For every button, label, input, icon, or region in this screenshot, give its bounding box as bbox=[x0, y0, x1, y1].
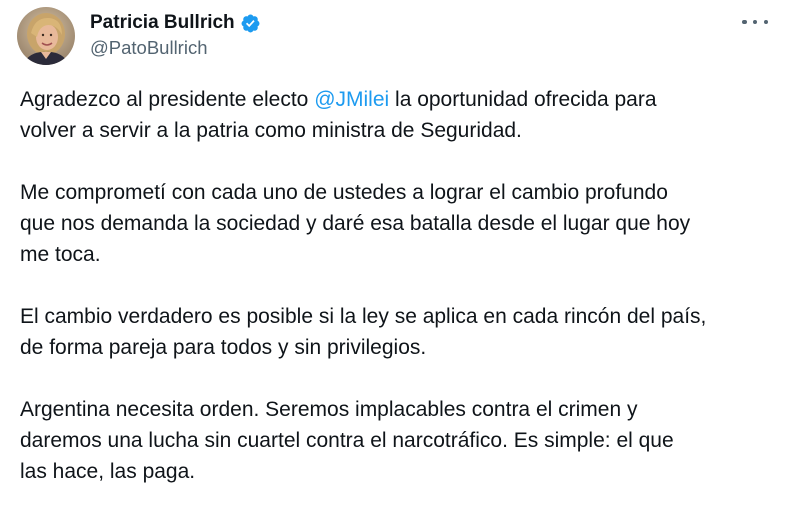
tweet-line: volver a servir a la patria como ministr… bbox=[20, 119, 522, 142]
author-name-row: Patricia Bullrich bbox=[90, 11, 261, 35]
verified-badge-icon bbox=[240, 13, 261, 34]
tweet-line: de forma pareja para todos y sin privile… bbox=[20, 336, 427, 359]
more-horizontal-icon-dot bbox=[752, 19, 758, 25]
avatar[interactable] bbox=[17, 7, 75, 65]
tweet-text: Agradezco al presidente electo @JMilei l… bbox=[20, 84, 780, 518]
author-handle[interactable]: @PatoBullrich bbox=[90, 36, 208, 60]
more-horizontal-icon bbox=[742, 19, 747, 25]
tweet-line: que nos demanda la sociedad y daré esa b… bbox=[20, 212, 691, 235]
tweet-text-segment: la oportunidad ofrecida para bbox=[389, 88, 657, 111]
tweet-card: Patricia Bullrich @PatoBullrich Agradezc… bbox=[0, 0, 790, 501]
author-display-name[interactable]: Patricia Bullrich bbox=[90, 11, 235, 35]
tweet-line: Agradezco al presidente electo @JMilei l… bbox=[20, 84, 780, 115]
tweet-line: daremos una lucha sin cuartel contra el … bbox=[20, 429, 674, 452]
mention-link[interactable]: @JMilei bbox=[314, 88, 389, 111]
tweet-line: Me comprometí con cada uno de ustedes a … bbox=[20, 181, 668, 204]
tweet-text-segment: Agradezco al presidente electo bbox=[20, 88, 315, 111]
tweet-line: El cambio verdadero es posible si la ley… bbox=[20, 305, 707, 328]
tweet-paragraph: Agradezco al presidente electo @JMilei l… bbox=[20, 84, 780, 146]
more-options-button[interactable] bbox=[742, 12, 768, 32]
tweet-line: me toca. bbox=[20, 243, 101, 266]
tweet-paragraph: Argentina necesita orden. Seremos implac… bbox=[20, 394, 780, 487]
tweet-line: Argentina necesita orden. Seremos implac… bbox=[20, 398, 638, 421]
tweet-paragraph: Me comprometí con cada uno de ustedes a … bbox=[20, 177, 780, 270]
tweet-paragraph: El cambio verdadero es posible si la ley… bbox=[20, 301, 780, 363]
more-horizontal-icon-dot bbox=[763, 19, 768, 25]
tweet-line: las hace, las paga. bbox=[20, 460, 196, 483]
